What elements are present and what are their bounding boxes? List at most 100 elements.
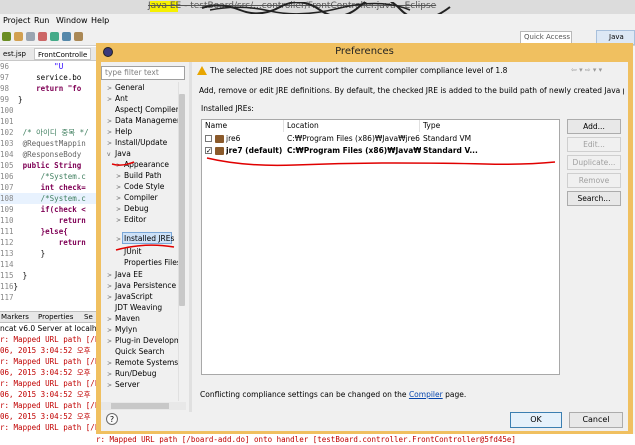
console-line: r: Mapped URL path [/b: [0, 335, 96, 344]
column-header-type[interactable]: Type: [420, 120, 559, 132]
edit-button[interactable]: Edit...: [567, 137, 621, 152]
code-line: 103 @RequestMappin: [0, 139, 86, 148]
code-line: 99 }: [0, 95, 23, 104]
tree-item-quick-search[interactable]: Quick Search: [107, 346, 164, 357]
menu-project[interactable]: Project: [3, 16, 30, 25]
menu-bar: Project Run Window Help: [0, 14, 635, 29]
column-header-location[interactable]: Location: [284, 120, 420, 132]
compiler-link[interactable]: Compiler: [409, 390, 443, 399]
code-editor[interactable]: 96 "U 97 service.bo 98 return "fo 99 } 1…: [0, 61, 96, 311]
open-icon[interactable]: [14, 32, 23, 41]
jre-underline-scribble: [206, 157, 556, 167]
tree-item-java-ee[interactable]: > Java EE: [107, 269, 143, 280]
debug-icon[interactable]: [38, 32, 47, 41]
code-line: 107 int check=: [0, 183, 86, 192]
java-underline-scribble: [111, 161, 175, 251]
code-line: 114: [0, 260, 14, 269]
code-line: 113 }: [0, 249, 46, 258]
tree-item-java-persistence[interactable]: > Java Persistence: [107, 280, 176, 291]
installed-jres-label: Installed JREs:: [201, 104, 254, 113]
ok-button[interactable]: OK: [510, 412, 562, 428]
code-line: 112 return: [0, 238, 86, 247]
tab-properties[interactable]: Properties: [38, 313, 73, 321]
console-output[interactable]: r: Mapped URL path [/b 06, 2015 3:04:52 …: [0, 334, 96, 445]
tab-markers[interactable]: Markers: [1, 313, 29, 321]
tree-item-ant[interactable]: > Ant: [107, 93, 128, 104]
tree-horizontal-thumb[interactable]: [111, 403, 169, 409]
tree-item-remote-systems[interactable]: > Remote Systems: [107, 357, 178, 368]
dialog-title-bar[interactable]: Preferences: [96, 43, 633, 62]
conflict-message: Conflicting compliance settings can be c…: [200, 390, 466, 399]
code-line: 117: [0, 293, 14, 302]
code-line: 109 if(check <: [0, 205, 86, 214]
tree-item-server[interactable]: > Server: [107, 379, 140, 390]
code-line-current: 108 /*System.c: [0, 193, 96, 204]
console-line: r: Mapped URL path [/b: [0, 423, 96, 432]
tree-item-run-debug[interactable]: > Run/Debug: [107, 368, 157, 379]
conflict-text-suffix: page.: [445, 390, 467, 399]
tree-item-mylyn[interactable]: > Mylyn: [107, 324, 137, 335]
cancel-button[interactable]: Cancel: [569, 412, 623, 428]
console-header: ncat v6.0 Server at localhost: [0, 324, 96, 333]
title-scribble: [201, 2, 451, 14]
tab-test-jsp[interactable]: est.jsp: [0, 48, 29, 60]
menu-window[interactable]: Window: [56, 16, 88, 25]
jre-row[interactable]: jre6 C:₩Program Files (x86)₩Java₩jre6 St…: [202, 133, 559, 145]
add-button[interactable]: Add...: [567, 119, 621, 134]
save-icon[interactable]: [26, 32, 35, 41]
column-header-name[interactable]: Name: [202, 120, 284, 132]
page-description: Add, remove or edit JRE definitions. By …: [199, 86, 624, 95]
code-line: 102 /* 아이디 중복 */: [0, 128, 89, 137]
console-line: 06, 2015 3:04:52 오후: [0, 412, 91, 421]
help-icon[interactable]: ?: [106, 413, 118, 425]
console-line-wide: r: Mapped URL path [/board-add.do] onto …: [96, 435, 516, 444]
code-line: 116}: [0, 282, 19, 291]
duplicate-button[interactable]: Duplicate...: [567, 155, 621, 170]
warning-message: The selected JRE does not support the cu…: [210, 66, 508, 75]
editor-tab-bar: est.jsp FrontControlle: [0, 47, 110, 61]
tab-servers[interactable]: Se: [84, 313, 93, 321]
console-line: 06, 2015 3:04:52 오후: [0, 368, 91, 377]
menu-help[interactable]: Help: [91, 16, 109, 25]
server-icon[interactable]: [62, 32, 71, 41]
filter-input[interactable]: type filter text: [101, 66, 185, 80]
console-line: 06, 2015 3:04:52 오후: [0, 390, 91, 399]
code-line: 100: [0, 106, 14, 115]
tree-item-general[interactable]: > General: [107, 82, 145, 93]
code-line: 105 public String: [0, 161, 82, 170]
search-button[interactable]: Search...: [567, 191, 621, 206]
bottom-view-tabs: Markers Properties Se: [0, 311, 96, 323]
code-line: 115 }: [0, 271, 28, 280]
remove-button[interactable]: Remove: [567, 173, 621, 188]
tree-item-javascript[interactable]: > JavaScript: [107, 291, 153, 302]
code-line: 101: [0, 117, 14, 126]
menu-run[interactable]: Run: [34, 16, 49, 25]
tab-front-controller[interactable]: FrontControlle: [34, 48, 92, 60]
conflict-text-prefix: Conflicting compliance settings can be c…: [200, 390, 407, 399]
tree-item-help[interactable]: > Help: [107, 126, 132, 137]
jre-type: Standard VM: [423, 134, 472, 143]
tree-item-jdt-weaving[interactable]: JDT Weaving: [107, 302, 162, 313]
console-line: r: Mapped URL path [/b: [0, 357, 96, 366]
console-line: 06, 2015 3:04:52 오후: [0, 346, 91, 355]
jre-library-icon: [215, 135, 224, 143]
tool-icon[interactable]: [74, 32, 83, 41]
history-arrows-icon[interactable]: ⇦ ▾ ⇨ ▾ ▾: [571, 66, 602, 74]
run-icon[interactable]: [50, 32, 59, 41]
tree-item-data-management[interactable]: > Data Managemen: [107, 115, 182, 126]
code-line: 96 "U: [0, 62, 64, 71]
tree-item-aspectj-compiler[interactable]: AspectJ Compiler: [107, 104, 179, 115]
console-line: r: Mapped URL path [/b: [0, 379, 96, 388]
jre-checkbox[interactable]: [205, 135, 212, 142]
code-line: 110 return: [0, 216, 86, 225]
code-line: 106 /*System.c: [0, 172, 86, 181]
code-line: 111 }else{: [0, 227, 68, 236]
code-line: 98 return "fo: [0, 84, 82, 93]
tree-item-maven[interactable]: > Maven: [107, 313, 140, 324]
jre-location: C:₩Program Files (x86)₩Java₩jre6: [287, 134, 420, 143]
console-line: r: Mapped URL path [/b: [0, 401, 96, 410]
code-line: 104 @ResponseBody: [0, 150, 82, 159]
new-icon[interactable]: [2, 32, 11, 41]
tree-item-plugin-development[interactable]: > Plug-in Developm: [107, 335, 181, 346]
dialog-title: Preferences: [335, 46, 394, 57]
